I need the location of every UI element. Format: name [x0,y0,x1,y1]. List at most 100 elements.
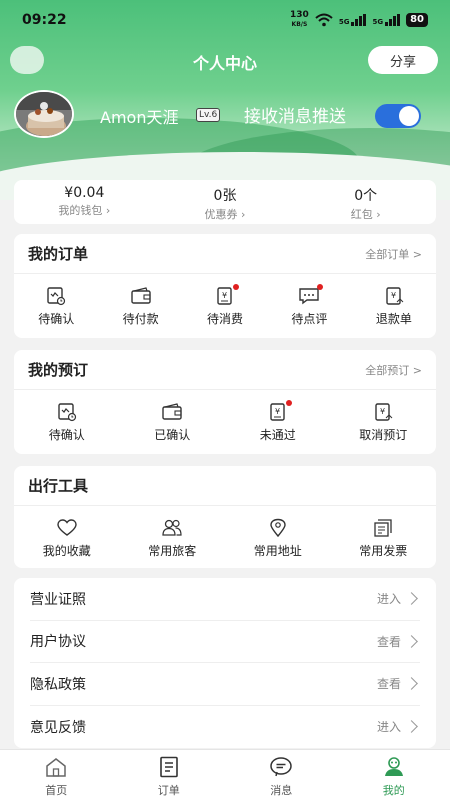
settings-menu: 营业证照 进入 用户协议 查看 隐私政策 查看 意见反馈 进入 [14,578,436,748]
tools-title: 出行工具 [28,477,89,495]
op-label: 待消费 [207,311,244,326]
op-label: 取消预订 [359,427,408,442]
signal-bars-icon [351,14,367,26]
travelers-icon [161,518,183,538]
menu-action: 查看 [376,677,401,692]
tab-label: 消息 [270,784,293,797]
svg-text:¥: ¥ [222,291,227,300]
menu-business-license[interactable]: 营业证照 进入 [30,578,420,621]
op-label: 我的收藏 [42,543,91,558]
op-label: 待付款 [122,311,159,326]
wifi-icon [315,13,333,27]
invoice-icon [372,518,394,538]
wallet-label: 优惠券 › [204,208,246,221]
comment-icon [298,283,324,306]
tab-orders[interactable]: 订单 [113,750,226,800]
location-icon [267,518,289,538]
orders-card: 我的订单 全部订单 > 待确认 待付款 ¥ 待消费 待点评 ¥ 退款单 [14,234,436,338]
menu-user-agreement[interactable]: 用户协议 查看 [30,621,420,663]
wallet-item-coupons[interactable]: 0张 优惠券 › [155,180,296,224]
tool-travelers[interactable]: 常用旅客 [120,518,226,559]
menu-feedback[interactable]: 意见反馈 进入 [30,706,420,749]
bookings-card: 我的预订 全部预订 > 待确认 已确认 ¥ 未通过 ¥ 取消预订 [14,350,436,454]
tab-home[interactable]: 首页 [0,750,113,800]
svg-text:¥: ¥ [275,407,280,416]
op-label: 待确认 [38,311,75,326]
tab-profile[interactable]: 我的 [338,750,450,800]
wallet-item-balance[interactable]: ¥0.04 我的钱包 › [14,180,155,224]
voucher-icon: ¥ [267,399,292,422]
title-bar: 个人中心 分享 [0,44,450,76]
pending-confirm-icon [45,286,67,306]
tools-card: 出行工具 我的收藏 常用旅客 常用地址 常用发票 [14,466,436,568]
tab-label: 首页 [45,784,68,797]
tools-header: 出行工具 [14,466,436,506]
toggle-knob [399,106,419,126]
op-label: 退款单 [375,311,412,326]
order-pending-use[interactable]: ¥ 待消费 [183,283,267,327]
op-label: 常用旅客 [148,543,197,558]
wallet-value: 0个 [354,188,378,204]
booking-cancel[interactable]: ¥ 取消预订 [331,402,437,443]
order-pending-review[interactable]: 待点评 [267,283,351,327]
bookings-title: 我的预订 [28,361,89,379]
op-label: 待点评 [291,311,328,326]
booking-pending-confirm[interactable]: 待确认 [14,402,120,443]
tool-invoices[interactable]: 常用发票 [331,518,437,559]
op-label: 常用发票 [359,543,408,558]
wallet-label: 我的钱包 › [58,204,111,217]
avatar[interactable] [14,90,74,138]
menu-privacy-policy[interactable]: 隐私政策 查看 [30,663,420,706]
profile-section: Amon天涯 Lv.6 接收消息推送 [14,90,438,140]
signal-2: 5G [372,14,401,26]
chevron-right-icon [405,720,418,734]
tool-addresses[interactable]: 常用地址 [225,518,331,559]
orders-grid: 待确认 待付款 ¥ 待消费 待点评 ¥ 退款单 [14,274,436,338]
op-label: 待确认 [48,427,85,442]
order-refund[interactable]: ¥ 退款单 [352,286,436,327]
order-pending-payment[interactable]: 待付款 [98,286,182,327]
tab-label: 订单 [157,784,180,797]
all-orders-link[interactable]: 全部订单 > [365,246,422,262]
wallet-icon [130,286,152,306]
level-badge: Lv.6 [196,108,221,122]
notification-dot [233,283,240,290]
tab-messages[interactable]: 消息 [225,750,338,800]
booking-rejected[interactable]: ¥ 未通过 [225,399,331,443]
signal-bars-icon [385,14,401,26]
refund-icon: ¥ [372,402,394,422]
wallet-value: ¥0.04 [64,185,105,201]
menu-action: 进入 [376,720,401,735]
svg-text:¥: ¥ [380,407,385,416]
battery-icon: 80 [406,13,428,27]
push-toggle[interactable] [375,104,421,128]
tool-favorites[interactable]: 我的收藏 [14,518,120,559]
net-speed: 130 KB/S [290,11,309,29]
wallet-item-redpacket[interactable]: 0个 红包 › [295,180,436,224]
net-speed-value: 130 [290,10,309,20]
chevron-right-icon [405,677,418,691]
wallet-card: ¥0.04 我的钱包 › 0张 优惠券 › 0个 红包 › [14,180,436,224]
message-icon [270,757,292,777]
svg-text:¥: ¥ [391,291,396,300]
bookings-header: 我的预订 全部预订 > [14,350,436,390]
status-time: 09:22 [22,12,67,28]
booking-confirmed[interactable]: 已确认 [120,402,226,443]
orders-header: 我的订单 全部订单 > [14,234,436,274]
orders-title: 我的订单 [28,245,89,263]
signal-1-label: 5G [338,18,350,26]
op-label: 常用地址 [253,543,302,558]
tab-label: 我的 [382,784,405,797]
menu-label: 用户协议 [30,634,86,651]
order-pending-confirm[interactable]: 待确认 [14,286,98,327]
all-bookings-link[interactable]: 全部预订 > [365,362,422,378]
wallet-label: 红包 › [350,208,381,221]
op-label: 已确认 [154,427,191,442]
net-speed-unit: KB/S [291,21,308,28]
refund-icon: ¥ [383,286,405,306]
username[interactable]: Amon天涯 [100,104,178,128]
bookings-grid: 待确认 已确认 ¥ 未通过 ¥ 取消预订 [14,390,436,454]
profile-icon [384,757,403,776]
share-button[interactable]: 分享 [368,46,438,74]
push-toggle-label: 接收消息推送 [244,107,346,127]
